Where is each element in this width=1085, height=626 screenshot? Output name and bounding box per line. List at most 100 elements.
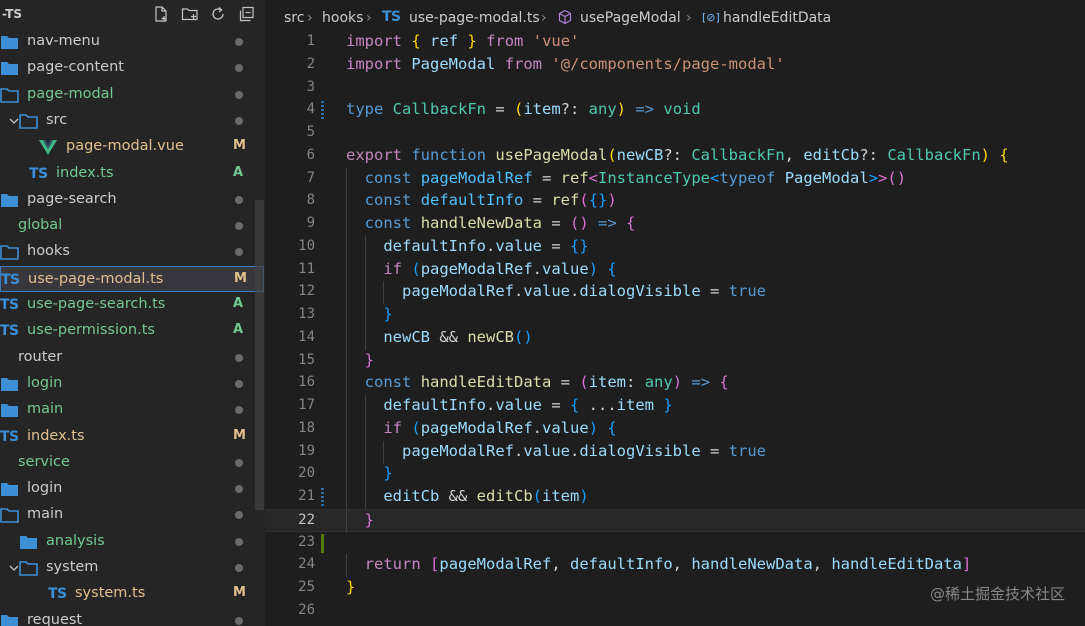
code-line[interactable]: 5: [265, 122, 1085, 145]
breadcrumb-file[interactable]: use-page-modal.ts: [409, 10, 540, 26]
folder-open-icon: [0, 506, 20, 524]
tree-item[interactable]: router: [0, 345, 263, 371]
code-line[interactable]: 6 export function usePageModal(newCB?: Ca…: [265, 145, 1085, 168]
folder-icon: [0, 612, 20, 626]
line-number: 11: [298, 260, 315, 277]
code-line[interactable]: 12 pageModalRef.value.dialogVisible = tr…: [265, 281, 1085, 305]
line-number: 7: [306, 169, 315, 186]
git-status-dot: [235, 38, 243, 46]
code-line[interactable]: 24 return [pageModalRef, defaultInfo, ha…: [265, 554, 1085, 578]
code-text: export function usePageModal(newCB?: Cal…: [346, 145, 1009, 164]
tree-item[interactable]: TS use-page-modal.ts M: [0, 265, 264, 292]
code-line[interactable]: 7 const pageModalRef = ref<InstanceType<…: [265, 167, 1085, 191]
sidebar-scrollbar[interactable]: [255, 200, 264, 510]
chevron-down-icon[interactable]: [9, 560, 19, 574]
code-line[interactable]: 4 type CallbackFn = (item?: any) => void: [265, 99, 1085, 122]
git-status-dot: [235, 564, 243, 572]
git-status-dot: [235, 511, 243, 520]
code-line[interactable]: 15 }: [265, 349, 1085, 373]
tree-item-label: use-page-search.ts: [27, 296, 166, 312]
refresh-icon[interactable]: [209, 5, 229, 25]
code-line[interactable]: 13 }: [265, 304, 1085, 327]
chevron-right-icon: ›: [307, 10, 313, 26]
tree-item[interactable]: global: [0, 213, 263, 239]
code-line[interactable]: 19 pageModalRef.value.dialogVisible = tr…: [265, 440, 1085, 464]
git-status-badge: M: [233, 427, 246, 443]
breadcrumb-function[interactable]: usePageModal: [580, 10, 681, 26]
code-line[interactable]: 8 const defaultInfo = ref({}): [265, 190, 1085, 214]
tree-item[interactable]: hooks: [0, 239, 263, 265]
breadcrumb-hooks[interactable]: hooks: [322, 10, 363, 26]
tree-item[interactable]: page-search: [0, 187, 263, 213]
git-status-dot: [235, 195, 243, 204]
code-line[interactable]: 17 defaultInfo.value = { ...item }: [265, 395, 1085, 418]
tree-item[interactable]: request: [0, 608, 263, 626]
new-file-icon[interactable]: [152, 5, 172, 25]
typescript-file-icon: TS: [0, 428, 19, 445]
folder-icon: [0, 401, 20, 419]
tree-item[interactable]: TS use-page-search.ts A: [0, 292, 263, 318]
tree-item[interactable]: page-modal.vue M: [0, 134, 263, 160]
breadcrumb-src[interactable]: src: [284, 10, 304, 26]
tree-item[interactable]: TS index.ts A: [0, 161, 263, 187]
folder-open-icon: [19, 559, 39, 577]
code-line[interactable]: 3: [265, 77, 1085, 100]
code-text: if (pageModalRef.value) {: [383, 259, 617, 278]
code-line[interactable]: 16 const handleEditData = (item: any) =>…: [265, 372, 1085, 396]
code-line[interactable]: 2 import PageModal from '@/components/pag…: [265, 54, 1085, 77]
tree-item[interactable]: main: [0, 397, 263, 423]
code-text: return [pageModalRef, defaultInfo, handl…: [364, 555, 972, 574]
tree-item[interactable]: analysis: [0, 529, 263, 555]
tree-item-label: system.ts: [75, 585, 146, 602]
code-line[interactable]: 9 const handleNewData = () => {: [265, 213, 1085, 236]
tree-item[interactable]: system: [0, 555, 263, 581]
breadcrumb: src › hooks › TS use-page-modal.ts › use…: [265, 0, 1085, 30]
git-added-marker[interactable]: [321, 533, 324, 553]
line-number: 25: [298, 579, 315, 595]
tree-item[interactable]: page-content: [0, 55, 263, 81]
tree-item[interactable]: login: [0, 371, 263, 397]
code-editor[interactable]: src › hooks › TS use-page-modal.ts › use…: [265, 0, 1085, 626]
typescript-file-icon: TS: [29, 165, 48, 182]
git-modified-marker[interactable]: [321, 101, 324, 121]
line-number: 14: [298, 328, 315, 345]
code-line[interactable]: 14 newCB && newCB(): [265, 326, 1085, 350]
code-line[interactable]: 22 }: [265, 508, 1085, 533]
code-line[interactable]: 11 if (pageModalRef.value) {: [265, 258, 1085, 282]
tree-item-label: page-modal: [27, 85, 114, 102]
function-cube-icon: [557, 9, 573, 29]
code-line[interactable]: 1 import { ref } from 'vue': [265, 31, 1085, 54]
tree-item[interactable]: service: [0, 450, 263, 476]
code-line[interactable]: 20 }: [265, 463, 1085, 487]
breadcrumb-symbol[interactable]: handleEditData: [723, 10, 831, 26]
tree-item[interactable]: nav-menu: [0, 29, 263, 55]
tree-item[interactable]: TS index.ts M: [0, 424, 263, 450]
typescript-file-icon: TS: [1, 271, 20, 288]
folder-icon: [0, 480, 20, 498]
code-line[interactable]: 23: [265, 532, 1085, 555]
git-modified-marker[interactable]: [321, 488, 324, 507]
code-line[interactable]: 18 if (pageModalRef.value) {: [265, 417, 1085, 441]
line-number: 5: [306, 124, 315, 140]
chevron-right-icon: ›: [366, 10, 372, 26]
code-text: }: [364, 350, 375, 369]
tree-item[interactable]: page-modal: [0, 82, 263, 108]
git-status-dot: [235, 406, 243, 415]
tree-item[interactable]: src: [0, 108, 263, 134]
code-text: import { ref } from 'vue': [346, 32, 580, 50]
tree-item[interactable]: TS use-permission.ts A: [0, 318, 263, 344]
tree-item[interactable]: TS system.ts M: [0, 581, 263, 607]
collapse-all-icon[interactable]: [238, 5, 258, 25]
folder-icon: [0, 375, 20, 393]
tree-item-label: index.ts: [27, 427, 85, 444]
folder-icon: [19, 533, 39, 551]
tree-item[interactable]: login: [0, 476, 263, 502]
git-status-dot: [235, 64, 243, 73]
line-number: 10: [298, 237, 315, 254]
code-text: }: [346, 578, 356, 596]
code-line[interactable]: 21 editCb && editCb(item): [265, 486, 1085, 509]
code-line[interactable]: 10 defaultInfo.value = {}: [265, 235, 1085, 259]
chevron-down-icon[interactable]: [9, 113, 19, 127]
tree-item[interactable]: main: [0, 502, 263, 528]
new-folder-icon[interactable]: [181, 5, 201, 25]
